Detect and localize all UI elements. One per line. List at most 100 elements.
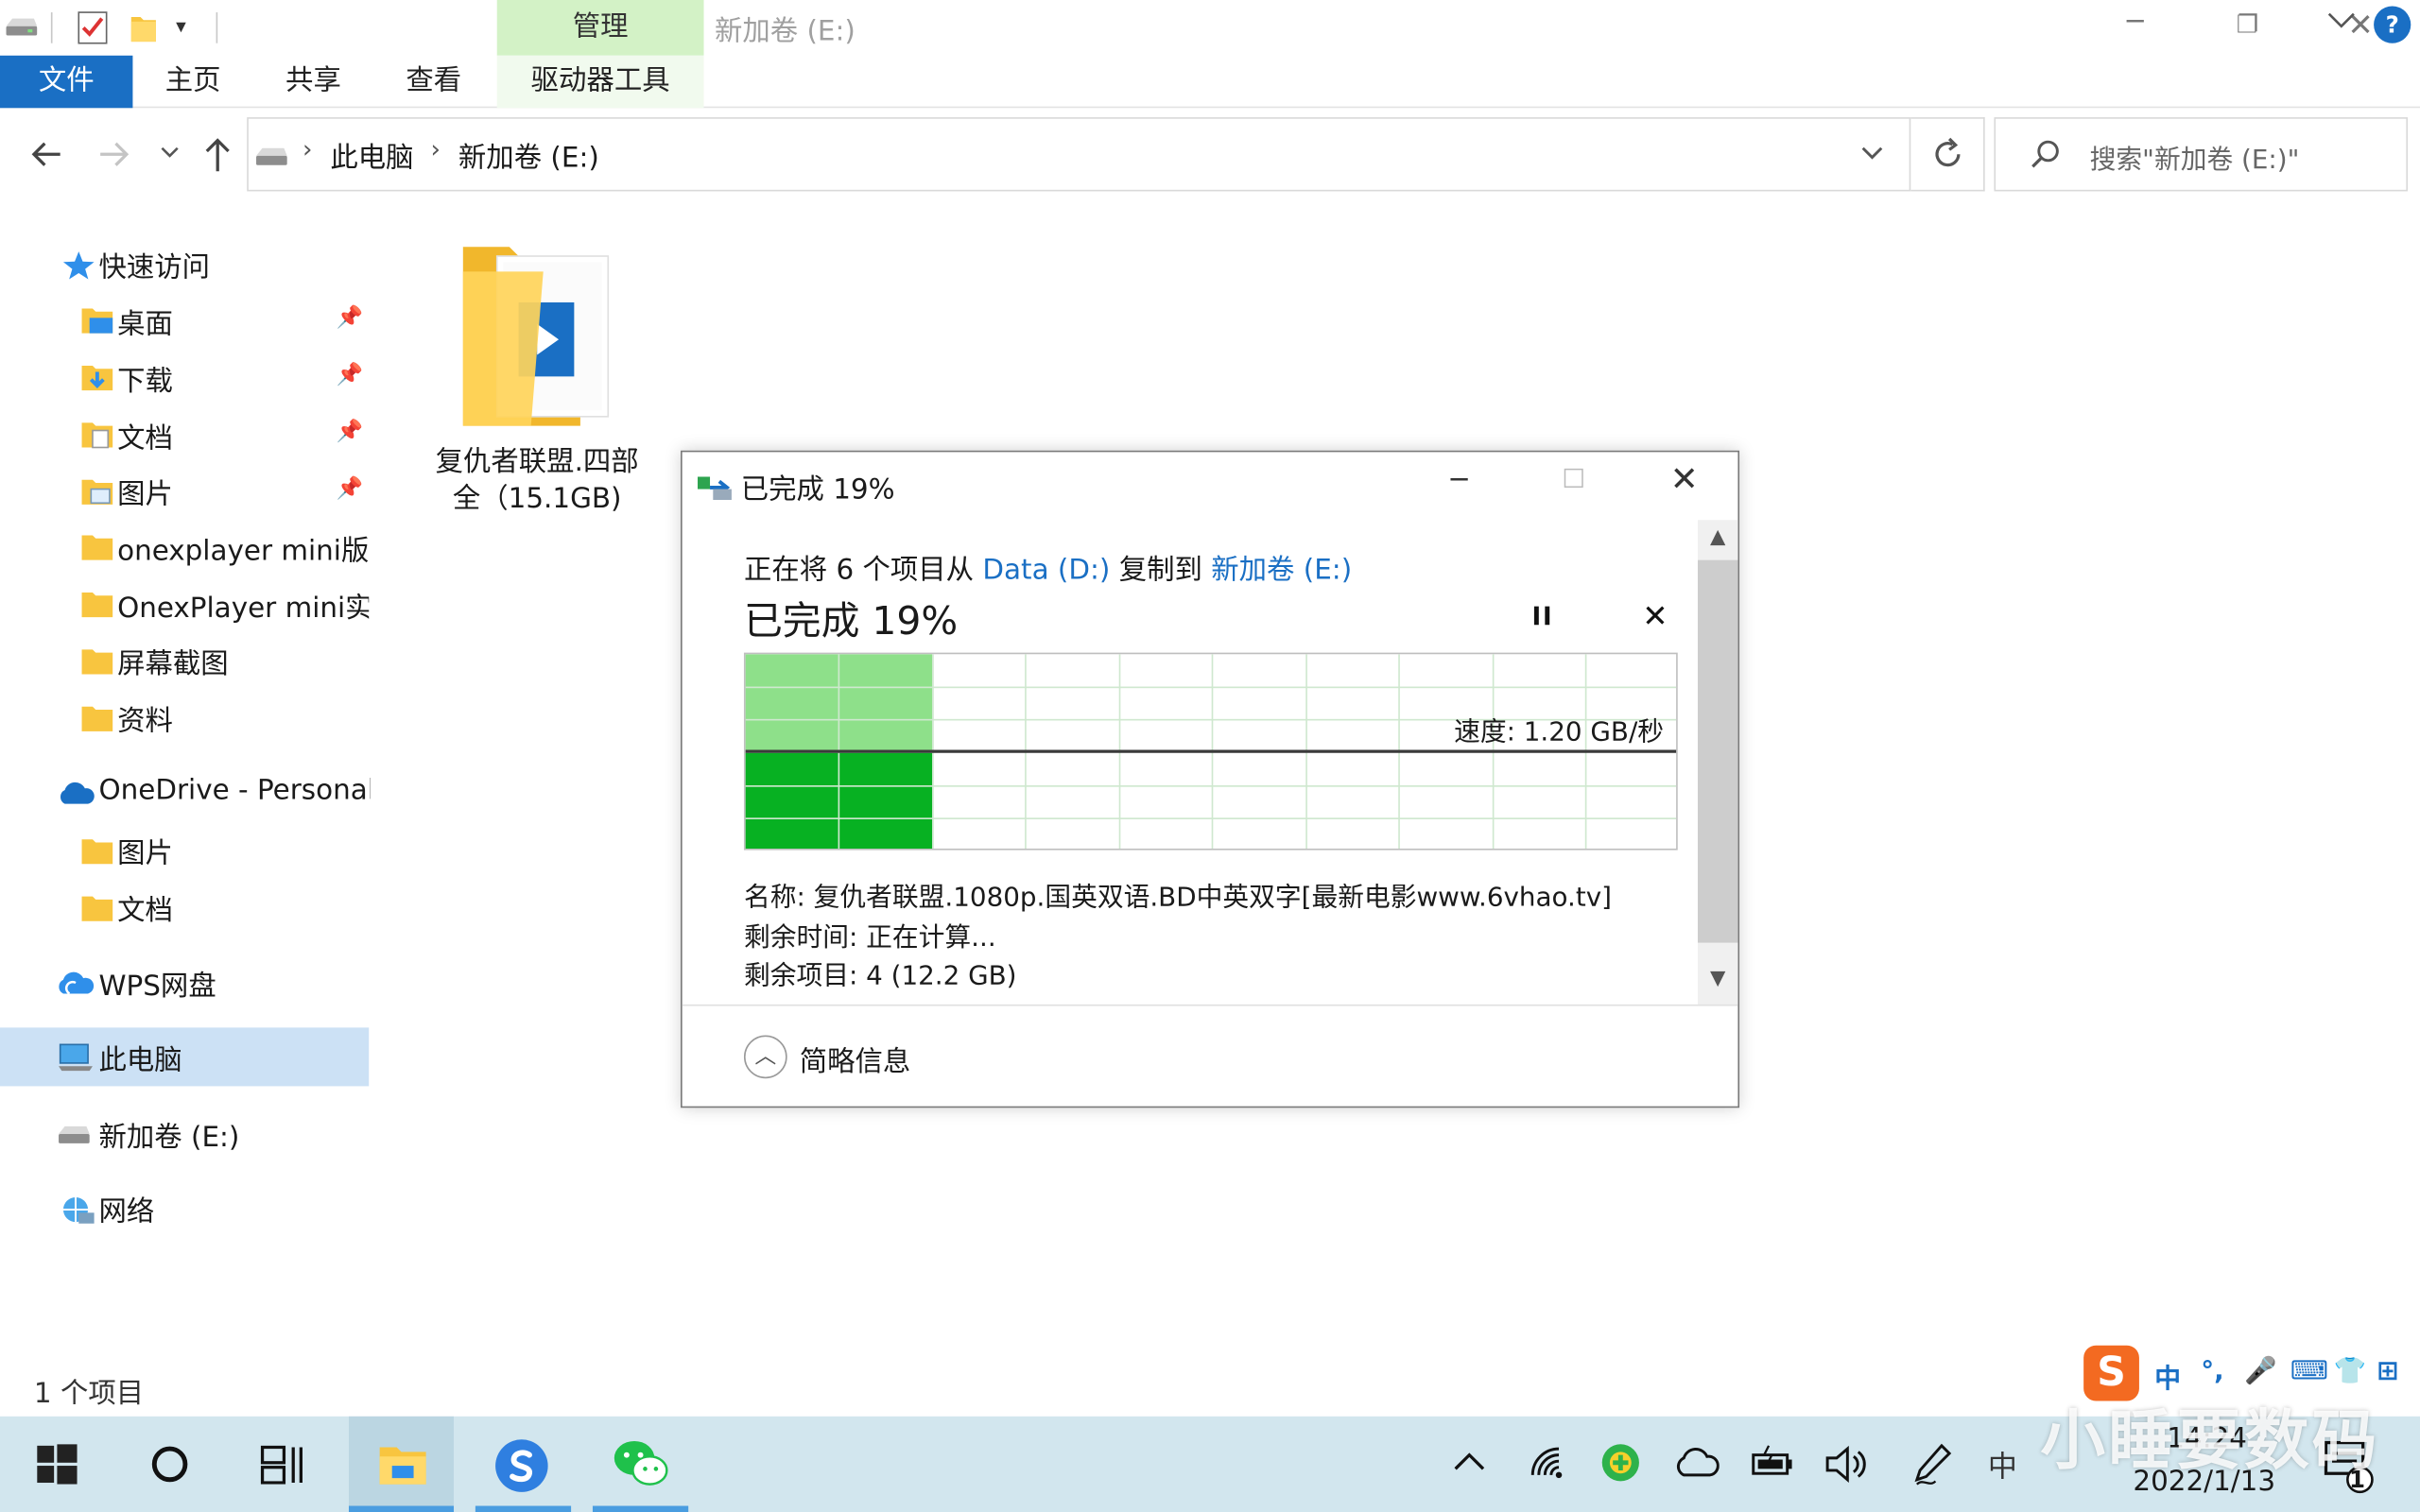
window-title: 新加卷 (E:)	[714, 15, 856, 48]
sidebar-item-materials[interactable]: 资料	[117, 699, 369, 739]
qat-dropdown-icon[interactable]: ▾	[176, 15, 186, 38]
dialog-minimize-button[interactable]: ─	[1451, 464, 1468, 496]
ime-toolbox-icon[interactable]: ⊞	[2377, 1356, 2398, 1387]
breadcrumb-this-pc[interactable]: 此电脑	[330, 136, 413, 176]
pin-icon[interactable]: 📌	[337, 305, 363, 330]
source-link[interactable]: Data (D:)	[982, 554, 1110, 586]
file-explorer-icon[interactable]	[376, 1441, 429, 1487]
cancel-copy-button[interactable]: ✕	[1642, 597, 1668, 634]
sidebar-item-pictures[interactable]: 图片	[117, 472, 318, 512]
dialog-divider	[682, 1004, 1738, 1006]
file-name[interactable]: 复仇者联盟.四部全（15.1GB)	[426, 444, 648, 518]
ime-keyboard-icon[interactable]: ⌨	[2290, 1356, 2328, 1387]
speed-label: 速度: 1.20 GB/秒	[1454, 717, 1665, 748]
dialog-close-button[interactable]: ✕	[1670, 461, 1699, 500]
remaining-items-label: 剩余项目: 4 (12.2 GB)	[743, 961, 1017, 992]
copy-icon	[697, 473, 735, 501]
breadcrumb-separator[interactable]: ›	[302, 134, 312, 163]
help-button[interactable]: ?	[2374, 6, 2411, 43]
battery-charging-icon[interactable]	[1750, 1444, 1796, 1481]
sidebar-item-screenshots[interactable]: 屏幕截图	[117, 642, 369, 681]
tab-view[interactable]: 查看	[373, 56, 493, 109]
sidebar-item-documents[interactable]: 文档	[117, 417, 318, 456]
destination-link[interactable]: 新加卷 (E:)	[1211, 554, 1352, 586]
ime-microphone-icon[interactable]: 🎤	[2244, 1356, 2277, 1387]
video-folder-icon[interactable]	[457, 234, 617, 432]
sidebar-item-desktop[interactable]: 桌面	[117, 302, 318, 342]
windows-start-icon[interactable]	[37, 1444, 78, 1485]
pen-workspace-icon[interactable]	[1910, 1441, 1954, 1487]
refresh-icon[interactable]	[1929, 136, 1966, 173]
sidebar-item-quick-access[interactable]: 快速访问	[98, 246, 210, 285]
task-view-icon[interactable]	[259, 1444, 305, 1485]
chevron-down-icon[interactable]	[1858, 142, 1886, 163]
ime-skin-icon[interactable]: 👕	[2334, 1356, 2367, 1387]
sidebar-item-drive-e[interactable]: 新加卷 (E:)	[98, 1115, 239, 1155]
manage-tab[interactable]: 管理	[496, 0, 704, 56]
wifi-icon[interactable]	[1528, 1444, 1567, 1481]
star-icon	[61, 249, 95, 286]
ime-punctuation-icon[interactable]: °,	[2201, 1356, 2223, 1387]
folder-icon	[80, 704, 114, 741]
scrollbar-thumb[interactable]	[1697, 559, 1738, 943]
search-icon	[2028, 137, 2062, 171]
sogou-browser-icon[interactable]	[493, 1438, 549, 1494]
watermark: 小睡要数码	[2040, 1402, 2380, 1479]
qat-separator	[216, 12, 218, 43]
breadcrumb-separator[interactable]: ›	[431, 134, 441, 163]
breadcrumb-drive[interactable]: 新加卷 (E:)	[458, 136, 599, 176]
new-folder-icon[interactable]	[130, 12, 157, 43]
cortana-search-icon[interactable]	[148, 1443, 192, 1486]
qat-separator	[50, 12, 53, 43]
network-icon	[56, 1194, 95, 1231]
ribbon-tabs: 文件 主页 共享 查看 驱动器工具	[0, 55, 2420, 109]
scroll-down-icon[interactable]: ▼	[1710, 968, 1725, 990]
search-placeholder[interactable]: 搜索"新加卷 (E:)"	[2090, 137, 2300, 176]
show-hidden-icons-icon[interactable]	[1451, 1447, 1488, 1474]
sidebar-item-downloads[interactable]: 下载	[117, 359, 318, 399]
sidebar-item-onedrive[interactable]: OneDrive - Personal	[98, 775, 370, 807]
collapse-details-button[interactable]: ︿	[743, 1035, 787, 1079]
security-shield-icon[interactable]	[1599, 1441, 1642, 1485]
onedrive-tray-icon[interactable]	[1673, 1447, 1720, 1478]
pictures-folder-icon	[80, 477, 114, 514]
fewer-details-label[interactable]: 简略信息	[800, 1040, 911, 1079]
tab-share[interactable]: 共享	[253, 56, 373, 109]
pin-icon[interactable]: 📌	[337, 420, 363, 444]
sidebar-item-onedrive-documents[interactable]: 文档	[117, 888, 173, 928]
restore-button[interactable]: ❐	[2237, 9, 2258, 39]
pin-icon[interactable]: 📌	[337, 363, 363, 387]
tab-drive-tools[interactable]: 驱动器工具	[496, 55, 704, 109]
drive-icon	[56, 1124, 93, 1153]
pin-icon[interactable]: 📌	[337, 477, 363, 502]
up-arrow-icon[interactable]	[200, 134, 234, 174]
forward-arrow-icon[interactable]	[95, 136, 132, 173]
folder-icon	[80, 893, 114, 930]
dialog-maximize-button: ☐	[1562, 464, 1586, 496]
tab-home[interactable]: 主页	[132, 56, 252, 109]
progress-percent-label: 已完成 19%	[743, 598, 959, 644]
sidebar-item-this-pc[interactable]: 此电脑	[98, 1039, 182, 1078]
expand-ribbon-icon[interactable]	[2325, 9, 2359, 31]
properties-icon[interactable]	[78, 10, 109, 44]
downloads-folder-icon	[80, 363, 114, 400]
title-bar	[0, 0, 2420, 56]
pause-icon[interactable]	[1531, 605, 1553, 627]
back-arrow-icon[interactable]	[27, 136, 64, 173]
sidebar-item-network[interactable]: 网络	[98, 1190, 154, 1229]
sidebar-item-wps-drive[interactable]: WPS网盘	[98, 964, 216, 1004]
recent-locations-icon[interactable]	[158, 142, 182, 163]
minimize-button[interactable]: ─	[2127, 7, 2144, 39]
folder-icon	[80, 646, 114, 683]
tab-file[interactable]: 文件	[0, 55, 133, 109]
input-mode-indicator[interactable]: 中	[1988, 1444, 2017, 1486]
folder-icon	[80, 532, 114, 569]
dialog-scrollbar[interactable]: ▲ ▼	[1697, 520, 1738, 1005]
sidebar-item-onedrive-pictures[interactable]: 图片	[117, 832, 173, 871]
scroll-up-icon[interactable]: ▲	[1710, 526, 1725, 549]
wechat-icon[interactable]	[612, 1438, 670, 1491]
desc-prefix: 正在将 6 个项目从	[743, 554, 983, 587]
volume-icon[interactable]	[1824, 1444, 1871, 1484]
sidebar-item-onexplayer-mini[interactable]: onexplayer mini版	[117, 529, 369, 569]
sidebar-item-onexplayer-mini-review[interactable]: OnexPlayer mini实	[117, 586, 369, 626]
